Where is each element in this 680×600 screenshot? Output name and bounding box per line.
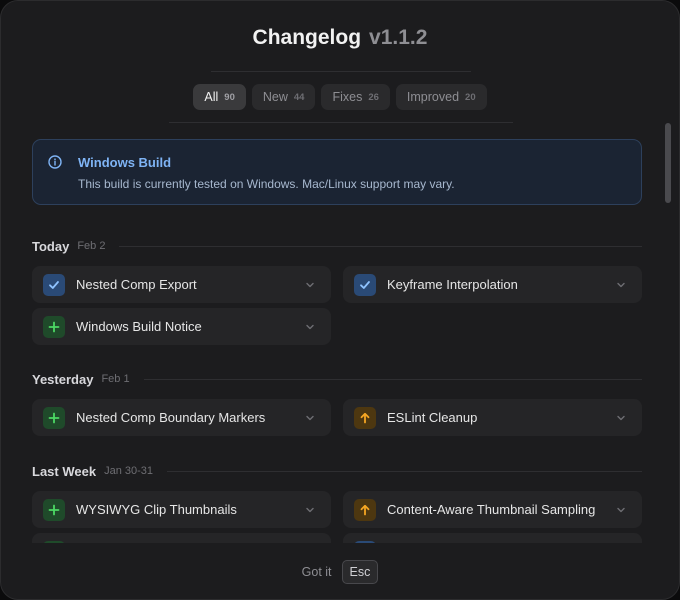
tab-label: All — [204, 90, 219, 104]
tab-all[interactable]: All 90 — [193, 84, 246, 110]
chevron-down-icon — [617, 507, 625, 512]
plus-icon — [43, 498, 65, 521]
windows-build-notice: Windows Build This build is currently te… — [32, 139, 642, 205]
changelog-list[interactable]: Windows Build This build is currently te… — [1, 123, 679, 543]
section-divider — [119, 245, 642, 247]
chevron-down-icon — [306, 324, 314, 329]
chevron-down-icon — [617, 282, 625, 287]
check-icon — [43, 273, 65, 296]
changelog-item-partial[interactable] — [32, 533, 331, 543]
tab-count: 20 — [465, 91, 476, 103]
info-icon — [48, 155, 62, 169]
chevron-down-icon — [306, 415, 314, 420]
check-icon — [354, 540, 376, 543]
section-date: Jan 30-31 — [104, 465, 154, 477]
chevron-down-icon — [306, 507, 314, 512]
tab-count: 44 — [293, 91, 305, 103]
esc-key-hint[interactable]: Esc — [341, 560, 379, 584]
arrow-up-icon — [354, 498, 376, 521]
changelog-item[interactable]: WYSIWYG Clip Thumbnails — [32, 491, 331, 528]
notice-title: Windows Build — [78, 155, 172, 170]
section-name: Yesterday — [32, 371, 94, 387]
chevron-down-icon — [617, 415, 625, 420]
tab-label: Improved — [406, 90, 460, 104]
plus-icon — [43, 315, 65, 338]
changelog-item-partial[interactable] — [343, 533, 642, 543]
changelog-item[interactable]: Nested Comp Export — [32, 266, 331, 303]
tab-label: Fixes — [332, 90, 363, 104]
dialog-header: Changelog v1.1.2 — [1, 1, 679, 71]
section-date: Feb 2 — [77, 240, 106, 252]
tab-new[interactable]: New 44 — [251, 84, 316, 110]
dialog-footer: Got it Esc — [1, 560, 679, 584]
check-icon — [354, 273, 376, 296]
changelog-item[interactable]: Keyframe Interpolation — [343, 266, 642, 303]
tab-improved[interactable]: Improved 20 — [395, 84, 487, 110]
section-name: Today — [32, 238, 70, 254]
changelog-item[interactable]: Nested Comp Boundary Markers — [32, 399, 331, 436]
item-label: ESLint Cleanup — [387, 410, 478, 425]
dialog-title: Changelog — [252, 26, 362, 49]
scrollbar[interactable] — [665, 123, 671, 543]
filter-tabs: All 90 New 44 Fixes 26 Improved 20 — [1, 84, 679, 110]
section-divider — [143, 378, 642, 380]
section-date: Feb 1 — [101, 373, 130, 385]
arrow-up-icon — [354, 406, 376, 429]
item-label: Nested Comp Export — [76, 277, 197, 292]
section-name: Last Week — [32, 463, 97, 479]
item-label: Content-Aware Thumbnail Sampling — [387, 502, 596, 517]
tab-label: New — [262, 90, 288, 104]
section-divider — [167, 470, 642, 472]
section-header-today: Today Feb 2 — [32, 238, 642, 254]
item-label: Nested Comp Boundary Markers — [76, 410, 266, 425]
item-label: WYSIWYG Clip Thumbnails — [76, 502, 237, 517]
title-row: Changelog v1.1.2 — [1, 26, 679, 50]
plus-icon — [43, 540, 65, 543]
tab-count: 90 — [224, 91, 235, 103]
changelog-item[interactable]: Windows Build Notice — [32, 308, 331, 345]
version-label: v1.1.2 — [369, 26, 428, 49]
got-it-button[interactable]: Got it — [302, 565, 332, 579]
changelog-item[interactable]: Content-Aware Thumbnail Sampling — [343, 491, 642, 528]
header-divider — [211, 71, 471, 72]
plus-icon — [43, 406, 65, 429]
item-label: Keyframe Interpolation — [387, 277, 518, 292]
tab-count: 26 — [368, 91, 379, 103]
chevron-down-icon — [306, 282, 314, 287]
changelog-item[interactable]: ESLint Cleanup — [343, 399, 642, 436]
scrollbar-thumb[interactable] — [665, 123, 671, 203]
tab-fixes[interactable]: Fixes 26 — [321, 84, 390, 110]
changelog-dialog: Changelog v1.1.2 All 90 New 44 Fixes 26 I… — [0, 0, 680, 600]
section-header-yesterday: Yesterday Feb 1 — [32, 371, 642, 387]
section-header-last-week: Last Week Jan 30-31 — [32, 463, 642, 479]
notice-text: This build is currently tested on Window… — [78, 177, 455, 191]
item-label: Windows Build Notice — [76, 319, 202, 334]
